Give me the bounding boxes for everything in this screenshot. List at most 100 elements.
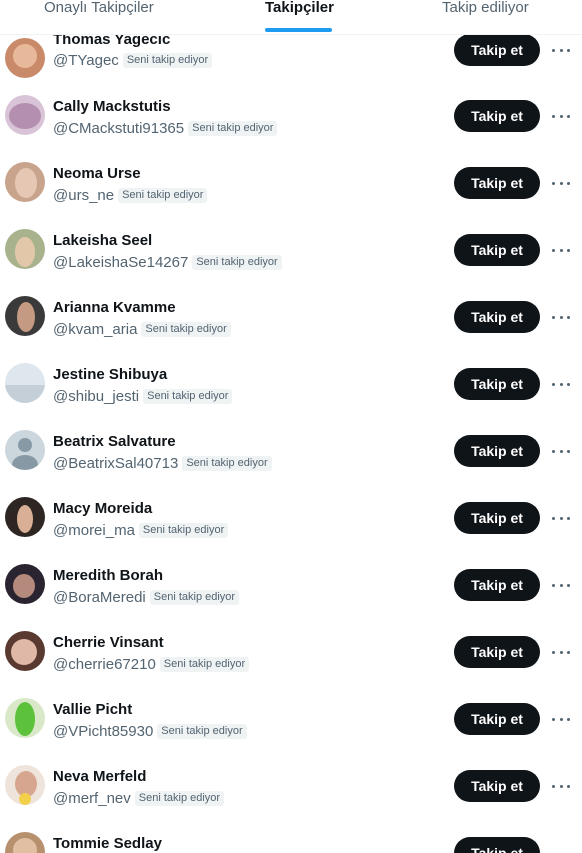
handle-line: @morei_ma Seni takip ediyor <box>53 522 229 539</box>
follows-you-badge: Seni takip ediyor <box>159 657 250 672</box>
user-handle: @merf_nev <box>53 790 131 807</box>
more-options-icon[interactable] <box>552 375 570 393</box>
more-options-icon[interactable] <box>552 308 570 326</box>
handle-line: @merf_nev Seni takip ediyor <box>53 790 225 807</box>
follows-you-badge: Seni takip ediyor <box>118 188 208 203</box>
follow-button[interactable]: Takip et <box>454 301 540 333</box>
follows-you-badge: Seni takip ediyor <box>138 523 229 538</box>
user-row[interactable]: Vallie Picht @VPicht85930 Seni takip edi… <box>0 698 582 765</box>
avatar[interactable] <box>5 497 45 537</box>
follow-button[interactable]: Takip et <box>454 502 540 534</box>
more-options-icon[interactable] <box>552 777 570 795</box>
more-options-icon[interactable] <box>552 576 570 594</box>
active-tab-indicator <box>265 28 332 32</box>
more-options-icon[interactable] <box>552 107 570 125</box>
user-handle: @TYagec <box>53 52 119 69</box>
user-display-name[interactable]: Beatrix Salvature <box>53 433 176 450</box>
follow-button[interactable]: Takip et <box>454 167 540 199</box>
avatar[interactable] <box>5 832 45 853</box>
follow-button[interactable]: Takip et <box>454 234 540 266</box>
user-row[interactable]: Macy Moreida @morei_ma Seni takip ediyor… <box>0 497 582 564</box>
avatar[interactable] <box>5 296 45 336</box>
tab-label: Takipçiler <box>265 0 334 16</box>
handle-line: @TYagec Seni takip ediyor <box>53 52 213 69</box>
follow-button[interactable]: Takip et <box>454 569 540 601</box>
avatar[interactable] <box>5 229 45 269</box>
handle-line: @CMackstuti91365 Seni takip ediyor <box>53 120 278 137</box>
avatar[interactable] <box>5 698 45 738</box>
user-handle: @LakeishaSe14267 <box>53 254 189 271</box>
follow-button[interactable]: Takip et <box>454 770 540 802</box>
avatar[interactable] <box>5 631 45 671</box>
user-display-name[interactable]: Neva Merfeld <box>53 768 146 785</box>
default-avatar-icon[interactable] <box>5 430 45 470</box>
more-options-icon[interactable] <box>552 509 570 527</box>
user-handle: @BoraMeredi <box>53 589 146 606</box>
avatar[interactable] <box>5 564 45 604</box>
user-row[interactable]: Cally Mackstutis @CMackstuti91365 Seni t… <box>0 95 582 162</box>
follows-you-badge: Seni takip ediyor <box>157 724 247 739</box>
user-row[interactable]: Meredith Borah @BoraMeredi Seni takip ed… <box>0 564 582 631</box>
more-options-icon[interactable] <box>552 241 570 259</box>
user-display-name[interactable]: Neoma Urse <box>53 165 141 182</box>
follow-button[interactable]: Takip et <box>454 636 540 668</box>
more-options-icon[interactable] <box>552 710 570 728</box>
user-row[interactable]: Beatrix Salvature @BeatrixSal40713 Seni … <box>0 430 582 497</box>
follow-button[interactable]: Takip et <box>454 100 540 132</box>
user-row[interactable]: Lakeisha Seel @LakeishaSe14267 Seni taki… <box>0 229 582 296</box>
user-row[interactable]: Arianna Kvamme @kvam_aria Seni takip edi… <box>0 296 582 363</box>
handle-line: @kvam_aria Seni takip ediyor <box>53 321 231 338</box>
avatar[interactable] <box>5 95 45 135</box>
follow-button[interactable]: Takip et <box>454 34 540 66</box>
user-handle: @urs_ne <box>53 187 115 204</box>
user-display-name[interactable]: Cherrie Vinsant <box>53 634 164 651</box>
follows-you-badge: Seni takip ediyor <box>149 590 240 605</box>
avatar[interactable] <box>5 363 45 403</box>
more-options-icon[interactable] <box>552 41 570 59</box>
user-row[interactable]: Neoma Urse @urs_ne Seni takip ediyor Tak… <box>0 162 582 229</box>
follow-button[interactable]: Takip et <box>454 837 540 853</box>
follow-button[interactable]: Takip et <box>454 703 540 735</box>
user-display-name[interactable]: Macy Moreida <box>53 500 152 517</box>
user-display-name[interactable]: Tommie Sedlay <box>53 835 162 852</box>
follows-you-badge: Seni takip ediyor <box>122 53 213 68</box>
avatar[interactable] <box>5 38 45 78</box>
handle-line: @shibu_jesti Seni takip ediyor <box>53 388 233 405</box>
handle-line: @cherrie67210 Seni takip ediyor <box>53 656 250 673</box>
user-handle: @shibu_jesti <box>53 388 140 405</box>
more-options-icon[interactable] <box>552 643 570 661</box>
more-options-icon[interactable] <box>552 442 570 460</box>
follows-you-badge: Seni takip ediyor <box>141 322 231 337</box>
user-display-name[interactable]: Lakeisha Seel <box>53 232 152 249</box>
user-handle: @morei_ma <box>53 522 135 539</box>
user-handle: @CMackstuti91365 <box>53 120 185 137</box>
follows-you-badge: Seni takip ediyor <box>134 791 225 806</box>
more-options-icon[interactable] <box>552 174 570 192</box>
tab-label: Onaylı Takipçiler <box>44 0 154 16</box>
avatar[interactable] <box>5 162 45 202</box>
user-row[interactable]: Tommie Sedlay Takip et <box>0 832 582 853</box>
avatar[interactable] <box>5 765 45 805</box>
follow-button[interactable]: Takip et <box>454 368 540 400</box>
handle-line: @urs_ne Seni takip ediyor <box>53 187 208 204</box>
user-handle: @BeatrixSal40713 <box>53 455 179 472</box>
followers-tabs: Onaylı Takipçiler Takipçiler Takip edili… <box>0 0 582 35</box>
user-row[interactable]: Jestine Shibuya @shibu_jesti Seni takip … <box>0 363 582 430</box>
handle-line: @BoraMeredi Seni takip ediyor <box>53 589 240 606</box>
user-display-name[interactable]: Meredith Borah <box>53 567 163 584</box>
handle-line: @BeatrixSal40713 Seni takip ediyor <box>53 455 272 472</box>
user-display-name[interactable]: Jestine Shibuya <box>53 366 167 383</box>
user-row[interactable]: Cherrie Vinsant @cherrie67210 Seni takip… <box>0 631 582 698</box>
user-display-name[interactable]: Vallie Picht <box>53 701 132 718</box>
user-display-name[interactable]: Arianna Kvamme <box>53 299 176 316</box>
follow-button[interactable]: Takip et <box>454 435 540 467</box>
tab-label: Takip ediliyor <box>442 0 529 16</box>
follows-you-badge: Seni takip ediyor <box>192 255 282 270</box>
user-handle: @VPicht85930 <box>53 723 154 740</box>
followers-page: Thomas Yagecic @TYagec Seni takip ediyor… <box>0 0 582 853</box>
user-display-name[interactable]: Cally Mackstutis <box>53 98 171 115</box>
follows-you-badge: Seni takip ediyor <box>188 121 278 136</box>
user-handle: @kvam_aria <box>53 321 138 338</box>
user-row[interactable]: Neva Merfeld @merf_nev Seni takip ediyor… <box>0 765 582 832</box>
user-handle: @cherrie67210 <box>53 656 156 673</box>
